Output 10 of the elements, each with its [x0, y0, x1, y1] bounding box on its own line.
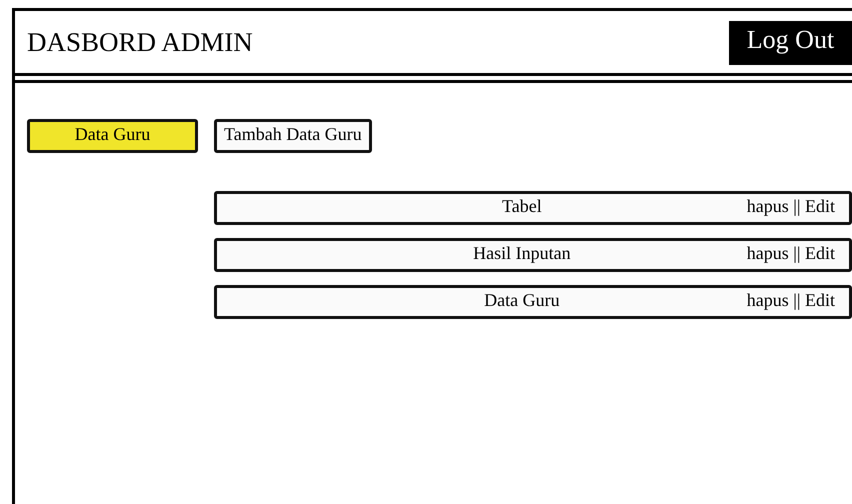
logout-button[interactable]: Log Out: [729, 21, 852, 65]
page-title: DASBORD ADMIN: [27, 26, 253, 58]
nav-button[interactable]: Data Guru: [27, 119, 198, 153]
row-actions-link[interactable]: hapus || Edit: [746, 196, 835, 217]
row-actions-link[interactable]: hapus || Edit: [746, 290, 835, 311]
row-actions-link[interactable]: hapus || Edit: [746, 243, 835, 264]
row-label: Data Guru: [484, 290, 560, 310]
row-label: Hasil Inputan: [473, 243, 571, 263]
row-label: Tabel: [502, 196, 542, 216]
nav-button[interactable]: Tambah Data Guru: [214, 119, 372, 153]
